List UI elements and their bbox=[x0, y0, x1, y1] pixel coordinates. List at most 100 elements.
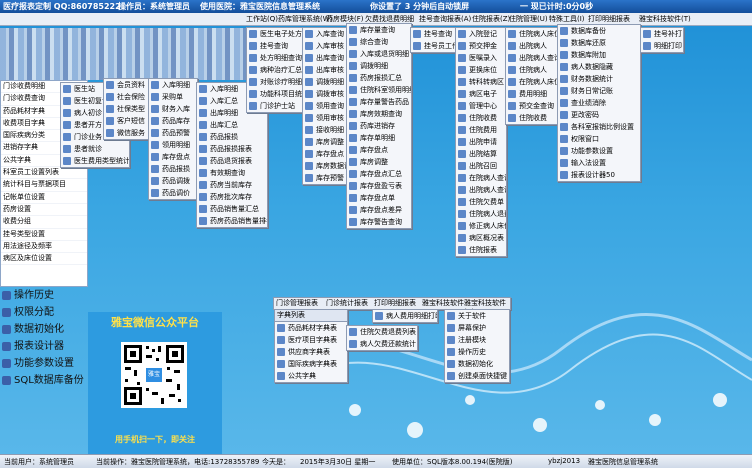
menu-item[interactable]: 查业绩消除 bbox=[558, 97, 640, 109]
menu-item[interactable]: 药库进销存 bbox=[347, 120, 411, 132]
menu-item[interactable]: 住院病人 bbox=[506, 64, 558, 76]
menu-item[interactable]: 数据库附加 bbox=[558, 49, 640, 61]
menu-item[interactable]: 药房当前库存 bbox=[197, 179, 267, 191]
menu-item[interactable]: 费用明细 bbox=[506, 88, 558, 100]
menu-item[interactable]: 客户短信 bbox=[104, 115, 150, 127]
menu-item[interactable]: 功能科项目统计 bbox=[247, 88, 303, 100]
menu-item[interactable]: 医生费用类型统计 bbox=[61, 155, 129, 167]
menu-item[interactable]: 库存盘点 bbox=[149, 151, 197, 163]
menu-item[interactable]: 入库审核 bbox=[303, 40, 349, 52]
menu-item[interactable]: 入院登记 bbox=[456, 28, 506, 40]
menu-item[interactable]: 注册模块 bbox=[445, 334, 509, 346]
menu-item[interactable]: 住院收费 bbox=[506, 112, 558, 124]
menu-item[interactable]: 国际疾病字典表 bbox=[275, 358, 347, 370]
menu-item[interactable]: 库存盘点 bbox=[347, 144, 411, 156]
menu-item[interactable]: 药品库存 bbox=[149, 115, 197, 127]
shortcut-item[interactable]: 报表设计器 bbox=[0, 338, 88, 355]
menu-item[interactable]: 调拨审核 bbox=[303, 88, 349, 100]
menu-item[interactable]: 病种治疗汇总 bbox=[247, 64, 303, 76]
menu-item[interactable]: 库存警告查询 bbox=[347, 216, 411, 228]
menu-item[interactable]: 药品报损报表 bbox=[197, 143, 267, 155]
menu-item[interactable]: 关于软件 bbox=[445, 310, 509, 322]
menu-item[interactable]: 财务数据统计 bbox=[558, 73, 640, 85]
menu-item[interactable]: 患者就诊 bbox=[61, 143, 129, 155]
menu-item[interactable]: 领用明细 bbox=[149, 139, 197, 151]
menu-clinic-stats[interactable]: 门诊统计报表 bbox=[326, 298, 368, 308]
shortcut-item[interactable]: 数据初始化 bbox=[0, 321, 88, 338]
menu-item[interactable]: 病人数据隐藏 bbox=[558, 61, 640, 73]
menu-item[interactable]: 领用审核 bbox=[303, 112, 349, 124]
menu-item[interactable]: 医嘱录入 bbox=[456, 52, 506, 64]
menu-item[interactable]: 在院病人查询 bbox=[456, 172, 506, 184]
menu-item[interactable]: 微信服务 bbox=[104, 127, 150, 139]
left-nav-item[interactable]: 统计科目与票据项目 bbox=[1, 179, 87, 192]
menu-item[interactable]: 药房报损汇总 bbox=[347, 72, 411, 84]
menu-item[interactable]: 屏幕保护 bbox=[445, 322, 509, 334]
menu-item[interactable]: 库存量查询 bbox=[347, 24, 411, 36]
menu-item[interactable]: 挂号员工作 bbox=[411, 40, 455, 52]
menu-item[interactable]: 入库查询 bbox=[303, 28, 349, 40]
shortcut-item[interactable]: 权限分配 bbox=[0, 304, 88, 321]
left-nav-item[interactable]: 收费分组 bbox=[1, 216, 87, 229]
menu-special-tools[interactable]: 特殊工具(I) bbox=[549, 14, 585, 24]
menu-item[interactable]: 数据库还原 bbox=[558, 37, 640, 49]
menu-item[interactable]: 接收明细 bbox=[303, 124, 349, 136]
menu-item[interactable]: 输入法设置 bbox=[558, 157, 640, 169]
menu-item[interactable]: 住院收费 bbox=[456, 112, 506, 124]
left-nav-item[interactable]: 病区及床位设置 bbox=[1, 253, 87, 266]
menu-item[interactable]: 功能参数设置 bbox=[558, 145, 640, 157]
menu-item[interactable]: 报表设计器50 bbox=[558, 169, 640, 181]
menu-print-reports[interactable]: 打印明细报表 bbox=[374, 298, 416, 308]
menu-item[interactable]: 综合查询 bbox=[347, 36, 411, 48]
menu-item[interactable]: 更改密码 bbox=[558, 109, 640, 121]
menu-item[interactable]: 出院病人查询 bbox=[456, 184, 506, 196]
menu-item[interactable]: 明细打印 bbox=[641, 40, 683, 52]
menu-item[interactable]: 库房效期查询 bbox=[347, 108, 411, 120]
menu-item[interactable]: 出院召回 bbox=[456, 160, 506, 172]
menu-item[interactable]: 医生电子处方 bbox=[247, 28, 303, 40]
menu-item[interactable]: 出院病人 bbox=[506, 40, 558, 52]
menu-item[interactable]: 操作历史 bbox=[445, 346, 509, 358]
menu-item[interactable]: 药品耗材字典表 bbox=[275, 322, 347, 334]
left-nav-item[interactable]: 药房设置 bbox=[1, 204, 87, 217]
left-nav-item[interactable]: 挂号类型设置 bbox=[1, 229, 87, 241]
menu-item[interactable]: 社保类型 bbox=[104, 103, 150, 115]
menu-item[interactable]: 药品报损 bbox=[197, 131, 267, 143]
menu-item[interactable]: 药品调拨 bbox=[149, 175, 197, 187]
shortcut-item[interactable]: 功能参数设置 bbox=[0, 355, 88, 372]
menu-item[interactable]: 管理中心 bbox=[456, 100, 506, 112]
menu-item[interactable]: 财务日常记账 bbox=[558, 85, 640, 97]
menu-item[interactable]: 药品调价 bbox=[149, 187, 197, 199]
shortcut-item[interactable]: SQL数据库备份 bbox=[0, 372, 88, 389]
menu-item[interactable]: 住院欠费退费列表 bbox=[347, 326, 417, 338]
menu-item[interactable]: 病人欠费还款统计 bbox=[347, 338, 417, 350]
menu-item[interactable]: 数据库备份 bbox=[558, 25, 640, 37]
left-nav-item[interactable]: 用法途径及频率 bbox=[1, 241, 87, 254]
menu-item[interactable]: 对账诊疗明细 bbox=[247, 76, 303, 88]
menu-item[interactable]: 医疗项目字典表 bbox=[275, 334, 347, 346]
menu-software[interactable]: 雅宝科技软件(T) bbox=[639, 14, 691, 24]
menu-item[interactable]: 药房药品销售量排名 bbox=[197, 215, 267, 227]
menu-item[interactable]: 药品退货报表 bbox=[197, 155, 267, 167]
shortcut-item[interactable]: 操作历史 bbox=[0, 287, 88, 304]
menu-item[interactable]: 药品预警 bbox=[149, 127, 197, 139]
menu-item[interactable]: 门诊护士站 bbox=[247, 100, 303, 112]
menu-item[interactable]: 调拨明细 bbox=[347, 60, 411, 72]
menu-item[interactable]: 病区概况表 bbox=[456, 232, 506, 244]
menu-item[interactable]: 库房数据调整 bbox=[303, 160, 349, 172]
menu-item[interactable]: 库存单明细 bbox=[347, 132, 411, 144]
menu-item[interactable]: 挂号补打 bbox=[641, 28, 683, 40]
menu-item[interactable]: 领用查询 bbox=[303, 100, 349, 112]
menu-registration-reports[interactable]: 挂号查询报表(A) bbox=[419, 14, 471, 24]
menu-item[interactable]: 病区电子 bbox=[456, 88, 506, 100]
menu-inpatient-management[interactable]: 住院管理(U) bbox=[509, 14, 548, 24]
menu-item[interactable]: 财务入库 bbox=[149, 103, 197, 115]
menu-item[interactable]: 入库或退货明细 bbox=[347, 48, 411, 60]
menu-item[interactable]: 有效期查询 bbox=[197, 167, 267, 179]
menu-item[interactable]: 住院报表 bbox=[456, 244, 506, 256]
menu-item[interactable]: 库存盘点差异 bbox=[347, 204, 411, 216]
menu-item[interactable]: 数据初始化 bbox=[445, 358, 509, 370]
menu-item[interactable]: 调拨明细 bbox=[303, 76, 349, 88]
left-nav-item[interactable]: 科室员工设置列表 bbox=[1, 167, 87, 180]
menu-item[interactable]: 采购单 bbox=[149, 91, 197, 103]
